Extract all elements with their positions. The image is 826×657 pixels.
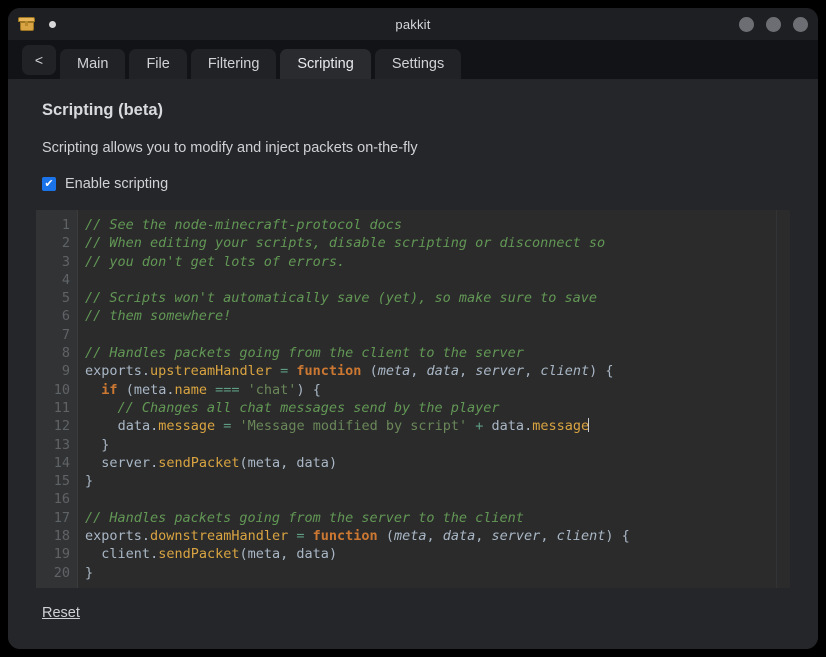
editor-vertical-scrollbar[interactable]: [776, 210, 790, 588]
tab-filtering[interactable]: Filtering: [190, 49, 277, 79]
title-bar: pakkit: [8, 8, 818, 40]
line-number: 8: [61, 345, 70, 362]
page-title: Scripting (beta): [42, 101, 164, 119]
window-title: pakkit: [395, 16, 431, 32]
app-window: pakkit < Main File Filtering Scripting S…: [8, 8, 818, 649]
line-number: 18: [53, 528, 70, 545]
reset-link[interactable]: Reset: [42, 605, 80, 621]
line-number: 4: [61, 271, 70, 288]
line-number: 6: [61, 308, 70, 325]
line-number: 5: [61, 290, 70, 307]
titlebar-left-group: [18, 16, 56, 32]
line-number: 13: [53, 436, 70, 453]
line-number: 14: [53, 454, 70, 471]
line-number: 16: [53, 491, 70, 508]
code-line: // them somewhere!: [85, 308, 232, 325]
close-button[interactable]: [793, 16, 808, 32]
tab-main[interactable]: Main: [60, 49, 126, 79]
line-number: 2: [61, 235, 70, 252]
code-line: exports.downstreamHandler = function (me…: [85, 528, 630, 545]
code-line: // Changes all chat messages send by the…: [85, 399, 500, 416]
code-line: // Handles packets going from the server…: [85, 509, 524, 526]
code-line: }: [101, 436, 110, 453]
code-line: exports.upstreamHandler = function (meta…: [85, 363, 614, 380]
line-number: 15: [53, 473, 70, 490]
code-line: // When editing your scripts, disable sc…: [85, 235, 606, 252]
tab-bar: < Main File Filtering Scripting Settings: [8, 40, 818, 79]
code-line: if (meta.name === 'chat') {: [101, 381, 321, 398]
code-line: // Scripts won't automatically save (yet…: [85, 290, 598, 307]
line-number: 10: [53, 381, 70, 398]
tab-file[interactable]: File: [129, 49, 187, 79]
line-number: 9: [61, 363, 70, 380]
code-line: client.sendPacket(meta, data): [101, 546, 338, 563]
enable-scripting-checkbox[interactable]: ✔: [42, 177, 56, 191]
editor-footer: Reset: [36, 588, 790, 622]
line-number: 20: [53, 564, 70, 581]
line-number-gutter: 1 2 3 4 5 6 7 8 9 10 11 12 13 14 15 16 17 18 19 20: [36, 210, 78, 588]
page-description: Scripting allows you to modify and injec…: [42, 140, 418, 156]
tab-scripting[interactable]: Scripting: [280, 49, 371, 79]
back-button[interactable]: <: [22, 45, 56, 75]
enable-scripting-label: Enable scripting: [65, 176, 169, 192]
line-number: 12: [53, 418, 70, 435]
line-number: 3: [61, 253, 70, 270]
code-line: data.message = 'Message modified by scri…: [117, 418, 590, 435]
code-text-area[interactable]: // See the node-minecraft-protocol docs /…: [78, 210, 776, 588]
scripting-panel: Scripting (beta) Scripting allows you to…: [8, 79, 818, 649]
minimize-button[interactable]: [739, 16, 754, 32]
code-line: // you don't get lots of errors.: [85, 253, 346, 270]
code-line: server.sendPacket(meta, data): [101, 454, 338, 471]
tab-settings[interactable]: Settings: [374, 49, 462, 79]
line-number: 17: [53, 509, 70, 526]
code-line: }: [85, 564, 94, 581]
code-line: }: [85, 473, 94, 490]
code-line: // Handles packets going from the client…: [85, 345, 524, 362]
line-number: 1: [61, 217, 70, 233]
enable-scripting-row[interactable]: ✔ Enable scripting: [42, 176, 790, 192]
text-cursor: [588, 418, 590, 433]
window-controls: [739, 16, 808, 32]
unsaved-indicator-dot: [49, 20, 56, 28]
line-number: 19: [53, 546, 70, 563]
line-number: 7: [61, 326, 70, 343]
maximize-button[interactable]: [766, 16, 781, 32]
code-line: // See the node-minecraft-protocol docs: [85, 217, 402, 233]
script-code-editor[interactable]: 1 2 3 4 5 6 7 8 9 10 11 12 13 14 15 16 17 18 19 20 // See t…: [36, 210, 790, 588]
line-number: 11: [53, 399, 70, 416]
package-box-icon: [18, 16, 35, 32]
